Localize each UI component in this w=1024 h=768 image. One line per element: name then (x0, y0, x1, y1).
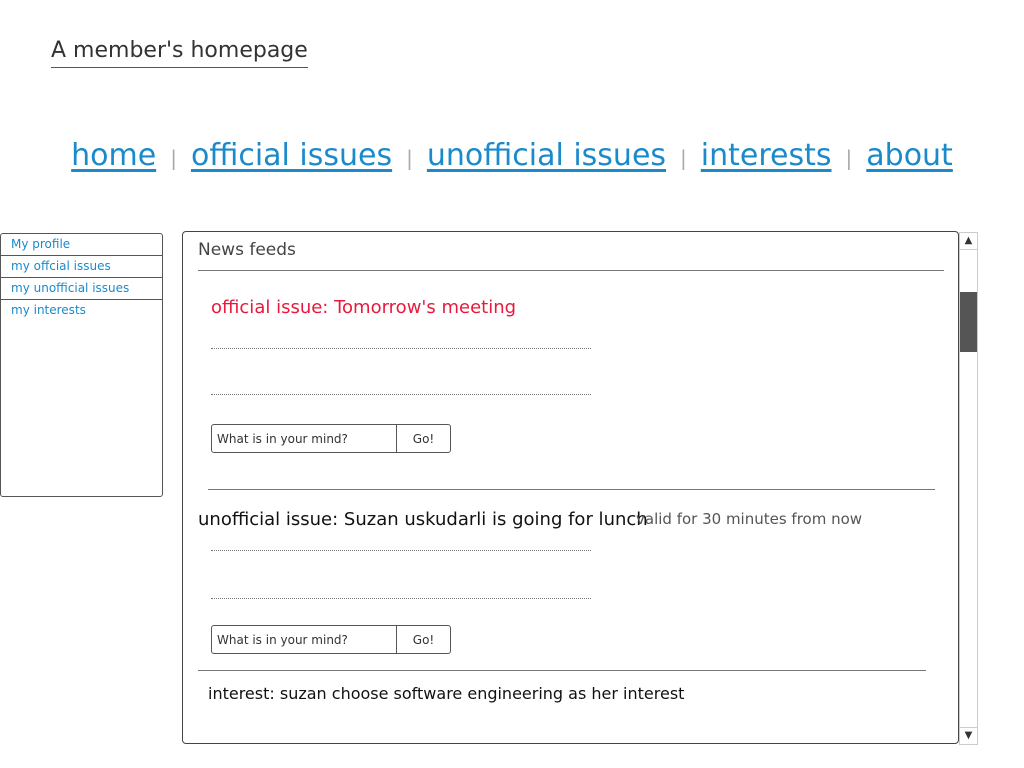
nav-official-issues-link[interactable]: official issues (191, 138, 392, 173)
nav-separator: | (680, 146, 687, 170)
sidebar-item-my-interests[interactable]: my interests (1, 300, 162, 321)
news-feed-panel: News feeds official issue: Tomorrow's me… (182, 231, 959, 744)
post-divider (208, 489, 935, 490)
nav-unofficial-issues-link[interactable]: unofficial issues (427, 138, 666, 173)
vertical-scrollbar[interactable]: ▲ ▼ (959, 232, 978, 745)
go-button[interactable]: Go! (396, 425, 450, 452)
interest-post-text[interactable]: interest: suzan choose software engineer… (208, 684, 684, 703)
post-divider (198, 670, 926, 671)
comment-form: Go! (211, 424, 451, 453)
nav-about-link[interactable]: about (866, 138, 953, 173)
sidebar-item-my-profile[interactable]: My profile (1, 234, 162, 256)
unofficial-issue-title[interactable]: unofficial issue: Suzan uskudarli is goi… (198, 509, 648, 530)
validity-text: valid for 30 minutes from now (636, 510, 863, 528)
main-nav: home | official issues | unofficial issu… (0, 138, 1024, 173)
go-button[interactable]: Go! (396, 626, 450, 653)
comment-line (211, 598, 591, 599)
header-divider (198, 270, 944, 271)
nav-separator: | (406, 146, 413, 170)
nav-separator: | (845, 146, 853, 170)
news-feed-header: News feeds (198, 240, 296, 260)
page: A member's homepage home | official issu… (0, 0, 1024, 768)
sidebar-item-my-unofficial-issues[interactable]: my unofficial issues (1, 278, 162, 300)
comment-form: Go! (211, 625, 451, 654)
sidebar-item-my-official-issues[interactable]: my offcial issues (1, 256, 162, 278)
comment-input[interactable] (212, 626, 396, 653)
comment-line (211, 348, 591, 349)
page-title: A member's homepage (51, 38, 308, 68)
scroll-up-arrow-icon[interactable]: ▲ (960, 233, 977, 250)
comment-line (211, 394, 591, 395)
nav-separator: | (170, 146, 177, 170)
nav-home-link[interactable]: home (71, 138, 156, 173)
official-issue-title[interactable]: official issue: Tomorrow's meeting (211, 297, 516, 318)
comment-input[interactable] (212, 425, 396, 452)
comment-line (211, 550, 591, 551)
sidebar-menu: My profile my offcial issues my unoffici… (0, 233, 163, 497)
scroll-thumb[interactable] (960, 292, 977, 352)
scroll-down-arrow-icon[interactable]: ▼ (960, 727, 977, 744)
nav-interests-link[interactable]: interests (701, 138, 832, 173)
